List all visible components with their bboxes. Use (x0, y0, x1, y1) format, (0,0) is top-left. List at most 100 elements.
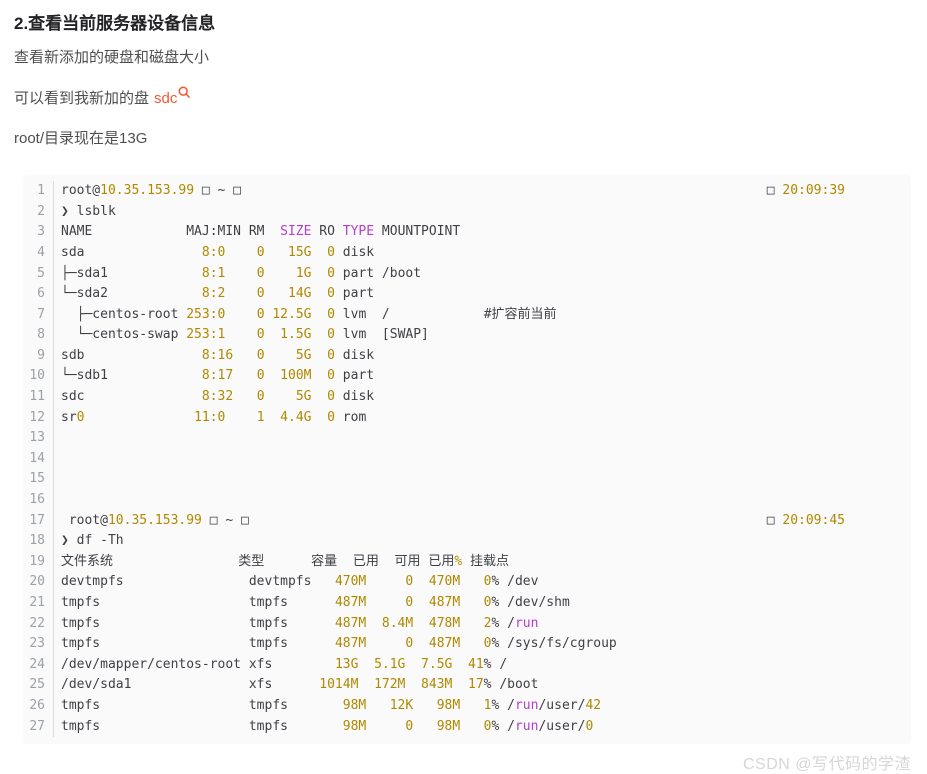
code-line: 26tmpfs tmpfs 98M 12K 98M 1% /run/user/4… (23, 696, 911, 717)
code-line: 24/dev/mapper/centos-root xfs 13G 5.1G 7… (23, 655, 911, 676)
code-segment: /sys/fs/cgroup (499, 636, 616, 651)
code-line-content: └─centos-swap 253:1 0 1.5G 0 lvm [SWAP] (54, 325, 429, 346)
line-number: 7 (23, 305, 54, 326)
code-line: 20devtmpfs devtmpfs 470M 0 470M 0% /dev (23, 572, 911, 593)
code-segment: 5.1G (374, 657, 405, 672)
code-segment (366, 574, 405, 589)
code-segment: disk (335, 245, 374, 260)
code-line-content: ❯ df -Th (54, 531, 124, 552)
code-line: 18❯ df -Th (23, 531, 911, 552)
code-segment: % (454, 554, 462, 569)
code-segment: 8:1 (202, 266, 225, 281)
code-segment: □ (767, 183, 783, 198)
code-segment: ├─sda1 (61, 266, 202, 281)
code-segment: 487M (429, 636, 460, 651)
line-number: 23 (23, 634, 54, 655)
code-segment: ❯ df -Th (61, 533, 124, 548)
code-segment (311, 327, 327, 342)
code-segment: sdc (61, 389, 202, 404)
code-segment: 0 (257, 389, 265, 404)
code-segment: lvm [SWAP] (335, 327, 429, 342)
code-segment: / (499, 616, 515, 631)
code-line: 14 (23, 449, 911, 470)
code-line: 16 (23, 490, 911, 511)
code-segment (311, 410, 327, 425)
code-segment: 0 (257, 286, 265, 301)
code-segment (265, 286, 288, 301)
code-segment: 8:16 (202, 348, 233, 363)
code-line: 2❯ lsblk (23, 202, 911, 223)
code-segment: 0 (327, 368, 335, 383)
code-line-content: /dev/sda1 xfs 1014M 172M 843M 17% /boot (54, 675, 538, 696)
code-segment: 0 (327, 286, 335, 301)
code-segment: part (335, 286, 374, 301)
code-segment: 487M (335, 595, 366, 610)
line-number: 20 (23, 572, 54, 593)
code-segment: % (484, 677, 492, 692)
code-segment: 98M (343, 719, 366, 734)
code-segment: 8.4M (382, 616, 413, 631)
line-number: 19 (23, 552, 54, 573)
code-segment: / (499, 698, 515, 713)
code-segment: └─sda2 (61, 286, 202, 301)
code-segment: 0 (257, 327, 265, 342)
code-segment (311, 245, 327, 260)
sdc-link[interactable]: sdc (154, 90, 177, 107)
code-line: 6└─sda2 8:2 0 14G 0 part (23, 284, 911, 305)
code-segment (358, 677, 374, 692)
line-number: 3 (23, 222, 54, 243)
code-segment: 8:2 (202, 286, 225, 301)
search-icon[interactable] (178, 86, 191, 103)
code-segment: 478M (429, 616, 460, 631)
line-number: 24 (23, 655, 54, 676)
code-segment (460, 636, 483, 651)
code-line-content: NAME MAJ:MIN RM SIZE RO TYPE MOUNTPOINT (54, 222, 460, 243)
code-segment (225, 307, 256, 322)
code-line: 13 (23, 428, 911, 449)
code-segment (405, 677, 421, 692)
code-line: 5├─sda1 8:1 0 1G 0 part /boot (23, 264, 911, 285)
code-segment (265, 389, 296, 404)
code-segment: □ ~ □ (194, 183, 241, 198)
code-line: 23tmpfs tmpfs 487M 0 487M 0% /sys/fs/cgr… (23, 634, 911, 655)
article-page: 2.查看当前服务器设备信息 查看新添加的硬盘和磁盘大小 可以看到我新加的盘sdc… (0, 0, 927, 774)
code-segment: 98M (437, 698, 460, 713)
code-segment (452, 657, 468, 672)
code-segment (413, 616, 429, 631)
code-segment: lvm / (335, 307, 484, 322)
code-segment (265, 368, 281, 383)
line-number: 15 (23, 469, 54, 490)
code-segment: 470M (429, 574, 460, 589)
code-segment: □ (767, 513, 783, 528)
code-segment: 487M (429, 595, 460, 610)
code-line: 22tmpfs tmpfs 487M 8.4M 478M 2% /run (23, 614, 911, 635)
code-line: 1root@10.35.153.99 □ ~ □□ 20:09:39 (23, 181, 911, 202)
code-segment: 1014M (319, 677, 358, 692)
code-segment (265, 410, 281, 425)
code-segment: 文件系统 类型 容量 已用 可用 已用 (61, 554, 454, 569)
code-line-content: tmpfs tmpfs 98M 12K 98M 1% /run/user/42 (54, 696, 601, 717)
code-segment: /boot (492, 677, 539, 692)
code-segment (358, 657, 374, 672)
para-new-disk: 可以看到我新加的盘 sdc (14, 86, 911, 107)
line-number: 25 (23, 675, 54, 696)
code-segment: 1G (296, 266, 312, 281)
para-new-disk-text: 可以看到我新加的盘 (14, 90, 149, 107)
code-segment: /dev/shm (499, 595, 569, 610)
code-segment: / (492, 657, 508, 672)
code-segment: sda (61, 245, 202, 260)
code-segment: 98M (437, 719, 460, 734)
code-segment: devtmpfs devtmpfs (61, 574, 335, 589)
code-segment: 0 (257, 266, 265, 281)
line-number: 10 (23, 366, 54, 387)
code-line: 4sda 8:0 0 15G 0 disk (23, 243, 911, 264)
code-segment: /user/ (538, 719, 585, 734)
code-segment (366, 595, 405, 610)
code-segment: /dev (499, 574, 538, 589)
code-segment (265, 348, 296, 363)
terminal-lines: 1root@10.35.153.99 □ ~ □□ 20:09:392❯ lsb… (23, 181, 911, 737)
line-number: 9 (23, 346, 54, 367)
code-segment: 470M (335, 574, 366, 589)
code-segment: root@ (61, 513, 108, 528)
code-segment: ├─centos-root (61, 307, 186, 322)
